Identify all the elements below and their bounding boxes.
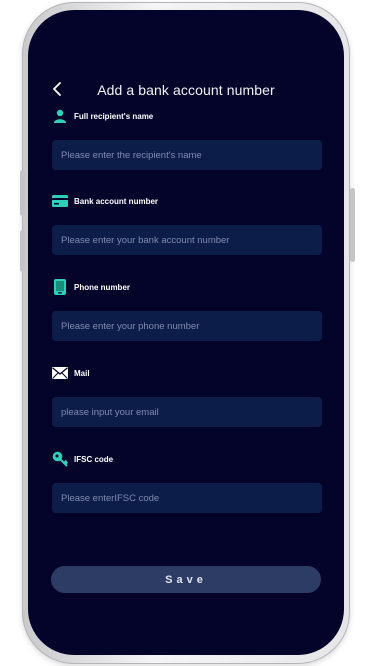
field-label: Phone number xyxy=(74,282,131,292)
field-label: Full recipient's name xyxy=(74,111,154,121)
power-button xyxy=(350,188,355,262)
field-label: IFSC code xyxy=(74,454,114,464)
volume-down-button xyxy=(20,230,25,272)
recipient-name-input[interactable] xyxy=(52,140,322,170)
card-icon xyxy=(52,193,68,209)
email-input[interactable] xyxy=(52,397,322,427)
person-icon xyxy=(52,108,68,124)
header: Add a bank account number xyxy=(28,76,344,102)
app-screen: Add a bank account number Full recipient… xyxy=(28,10,344,655)
volume-up-button xyxy=(20,170,25,216)
ifsc-input[interactable] xyxy=(52,483,322,513)
field-phone: Phone number xyxy=(52,279,322,341)
phone-icon xyxy=(52,279,68,295)
phone-input[interactable] xyxy=(52,311,322,341)
field-recipient-name: Full recipient's name xyxy=(52,108,322,170)
mail-icon xyxy=(52,365,68,381)
field-label: Bank account number xyxy=(74,196,159,206)
field-label: Mail xyxy=(74,368,90,378)
field-ifsc: IFSC code xyxy=(52,451,322,513)
field-bank-account: Bank account number xyxy=(52,193,322,255)
save-button[interactable]: Save xyxy=(51,566,321,593)
bank-account-input[interactable] xyxy=(52,225,322,255)
field-mail: Mail xyxy=(52,365,322,427)
page-title: Add a bank account number xyxy=(97,82,275,98)
key-icon xyxy=(52,451,68,467)
